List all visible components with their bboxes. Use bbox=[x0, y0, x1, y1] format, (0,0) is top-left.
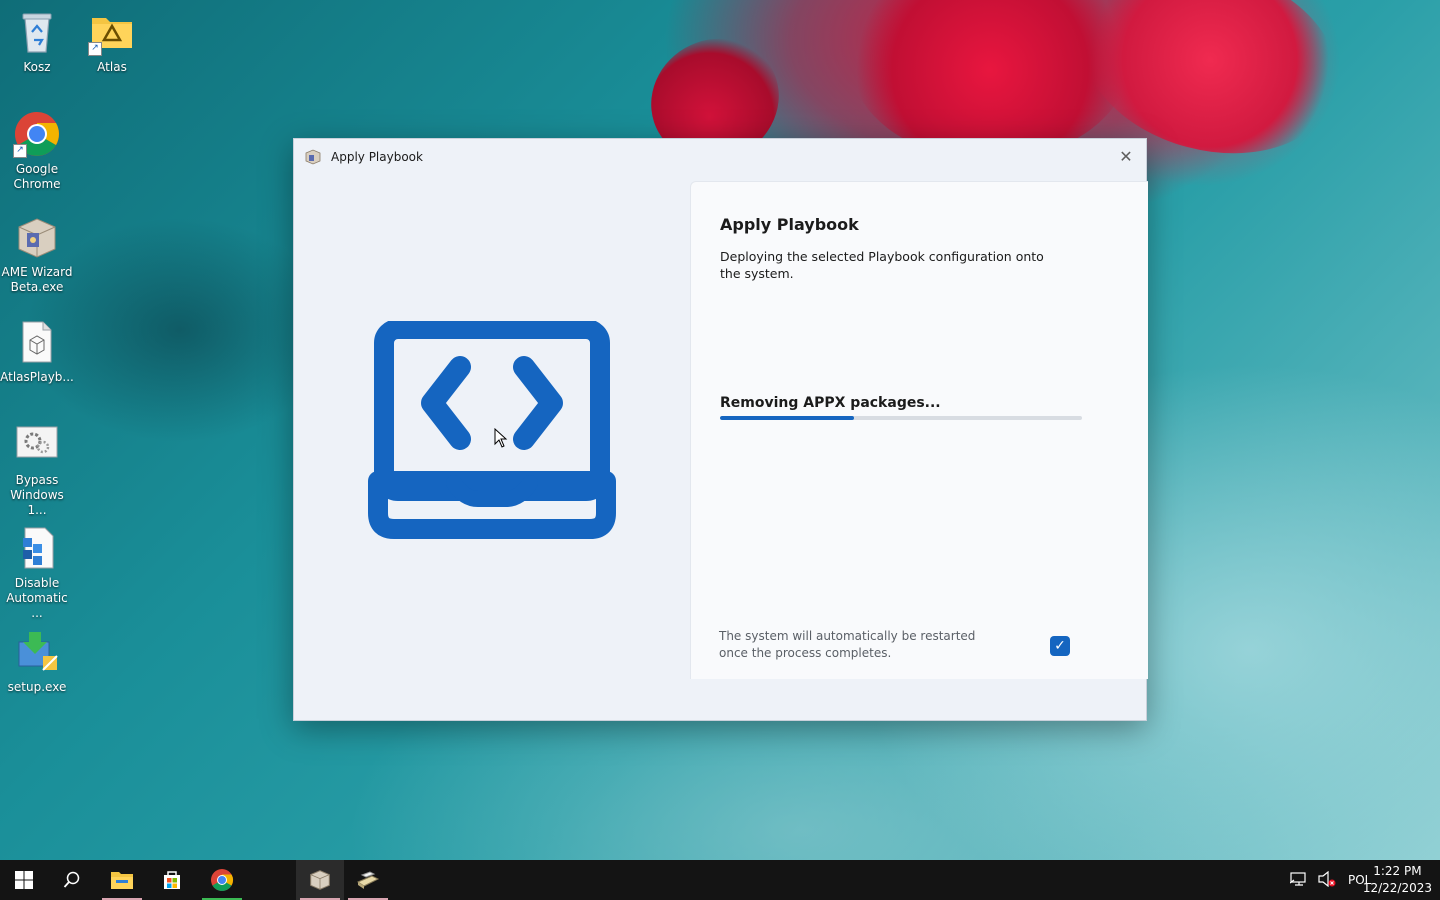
checkmark-icon: ✓ bbox=[1054, 638, 1066, 654]
desktop-icon-atlas-playbook[interactable]: AtlasPlayb... bbox=[0, 318, 74, 385]
desktop-icon-disable-automatic[interactable]: Disable Automatic ... bbox=[0, 524, 74, 621]
desktop-icon-chrome[interactable]: ↗ Google Chrome bbox=[0, 110, 74, 192]
clock-date: 12/22/2023 bbox=[1362, 881, 1432, 895]
ame-wizard-icon bbox=[310, 870, 330, 890]
chrome-icon bbox=[211, 869, 233, 891]
apply-playbook-window: Apply Playbook ✕ Apply Playbook Deployin… bbox=[293, 138, 1148, 721]
taskbar-chrome[interactable] bbox=[198, 860, 246, 900]
start-button[interactable] bbox=[0, 860, 48, 900]
progress-bar-fill bbox=[720, 416, 854, 420]
taskbar: POL 1:22 PM 12/22/2023 bbox=[0, 860, 1440, 900]
shortcut-arrow-icon: ↗ bbox=[13, 144, 27, 158]
desktop-icon-bypass[interactable]: Bypass Windows 1... bbox=[0, 421, 74, 518]
network-icon[interactable] bbox=[1289, 871, 1308, 890]
search-button[interactable] bbox=[48, 860, 96, 900]
close-icon: ✕ bbox=[1119, 146, 1133, 166]
store-icon bbox=[164, 871, 180, 889]
recycle-bin-icon bbox=[13, 8, 61, 56]
ame-wizard-icon bbox=[304, 148, 322, 166]
page-title: Apply Playbook bbox=[720, 215, 859, 234]
status-text: Removing APPX packages... bbox=[720, 395, 941, 411]
desktop-icon-atlas-folder[interactable]: ↗ Atlas bbox=[75, 8, 149, 75]
restart-checkbox[interactable]: ✓ bbox=[1050, 636, 1070, 656]
taskbar-playbook-tool[interactable] bbox=[344, 860, 392, 900]
search-icon bbox=[63, 871, 80, 888]
desktop-icon-ame-wizard[interactable]: AME Wizard Beta.exe bbox=[0, 213, 74, 295]
system-tray: POL bbox=[1289, 860, 1371, 900]
mouse-cursor-icon bbox=[494, 427, 508, 452]
desktop-icon-setup[interactable]: setup.exe bbox=[0, 628, 74, 695]
folder-icon: ↗ bbox=[88, 8, 136, 56]
progress-panel: Apply Playbook Deploying the selected Pl… bbox=[690, 181, 1148, 679]
taskbar-file-explorer[interactable] bbox=[98, 860, 146, 900]
registry-file-icon bbox=[13, 524, 61, 572]
shortcut-arrow-icon: ↗ bbox=[88, 42, 102, 56]
restart-note: The system will automatically be restart… bbox=[719, 629, 976, 660]
window-title: Apply Playbook bbox=[331, 150, 423, 164]
playbook-tool-icon bbox=[356, 871, 380, 889]
clock-time: 1:22 PM bbox=[1373, 864, 1422, 878]
laptop-code-illustration bbox=[368, 319, 618, 541]
progress-bar bbox=[720, 416, 1082, 420]
playbook-file-icon bbox=[13, 318, 61, 366]
window-titlebar[interactable]: Apply Playbook ✕ bbox=[294, 139, 1146, 175]
start-icon bbox=[15, 871, 33, 889]
taskbar-ame-wizard[interactable] bbox=[296, 860, 344, 900]
page-description: Deploying the selected Playbook configur… bbox=[720, 249, 1044, 281]
settings-file-icon bbox=[13, 421, 61, 469]
desktop-icon-recycle-bin[interactable]: Kosz bbox=[0, 8, 74, 75]
close-button[interactable]: ✕ bbox=[1112, 143, 1140, 169]
clock[interactable]: 1:22 PM 12/22/2023 bbox=[1363, 863, 1432, 897]
chrome-icon: ↗ bbox=[13, 110, 61, 158]
ame-wizard-icon bbox=[13, 213, 61, 261]
setup-icon bbox=[13, 628, 61, 676]
taskbar-store[interactable] bbox=[148, 860, 196, 900]
volume-muted-icon[interactable] bbox=[1318, 870, 1336, 890]
file-explorer-icon bbox=[111, 872, 133, 889]
